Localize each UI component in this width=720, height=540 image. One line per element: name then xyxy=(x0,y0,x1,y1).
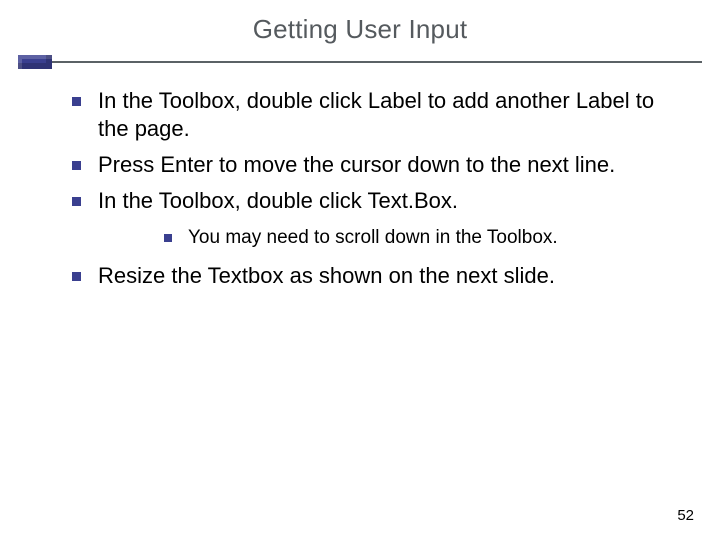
bullet-text: You may need to scroll down in the Toolb… xyxy=(188,227,558,248)
accent-box-icon xyxy=(18,55,52,69)
page-number: 52 xyxy=(677,507,694,524)
list-item: Resize the Textbox as shown on the next … xyxy=(40,262,680,290)
title-area: Getting User Input xyxy=(0,0,720,45)
title-rule xyxy=(0,55,720,69)
slide-title: Getting User Input xyxy=(0,14,720,45)
sub-bullet-list: You may need to scroll down in the Toolb… xyxy=(98,226,680,250)
bullet-text: In the Toolbox, double click Label to ad… xyxy=(98,88,654,141)
divider-line xyxy=(18,61,702,63)
bullet-text: Press Enter to move the cursor down to t… xyxy=(98,152,615,177)
bullet-text: Resize the Textbox as shown on the next … xyxy=(98,263,555,288)
content-area: In the Toolbox, double click Label to ad… xyxy=(0,69,720,290)
list-item: Press Enter to move the cursor down to t… xyxy=(40,151,680,179)
bullet-text: In the Toolbox, double click Text.Box. xyxy=(98,188,458,213)
bullet-list: In the Toolbox, double click Label to ad… xyxy=(40,87,680,290)
list-item: You may need to scroll down in the Toolb… xyxy=(98,226,680,250)
slide: Getting User Input In the Toolbox, doubl… xyxy=(0,0,720,540)
list-item: In the Toolbox, double click Text.Box. Y… xyxy=(40,187,680,249)
list-item: In the Toolbox, double click Label to ad… xyxy=(40,87,680,143)
